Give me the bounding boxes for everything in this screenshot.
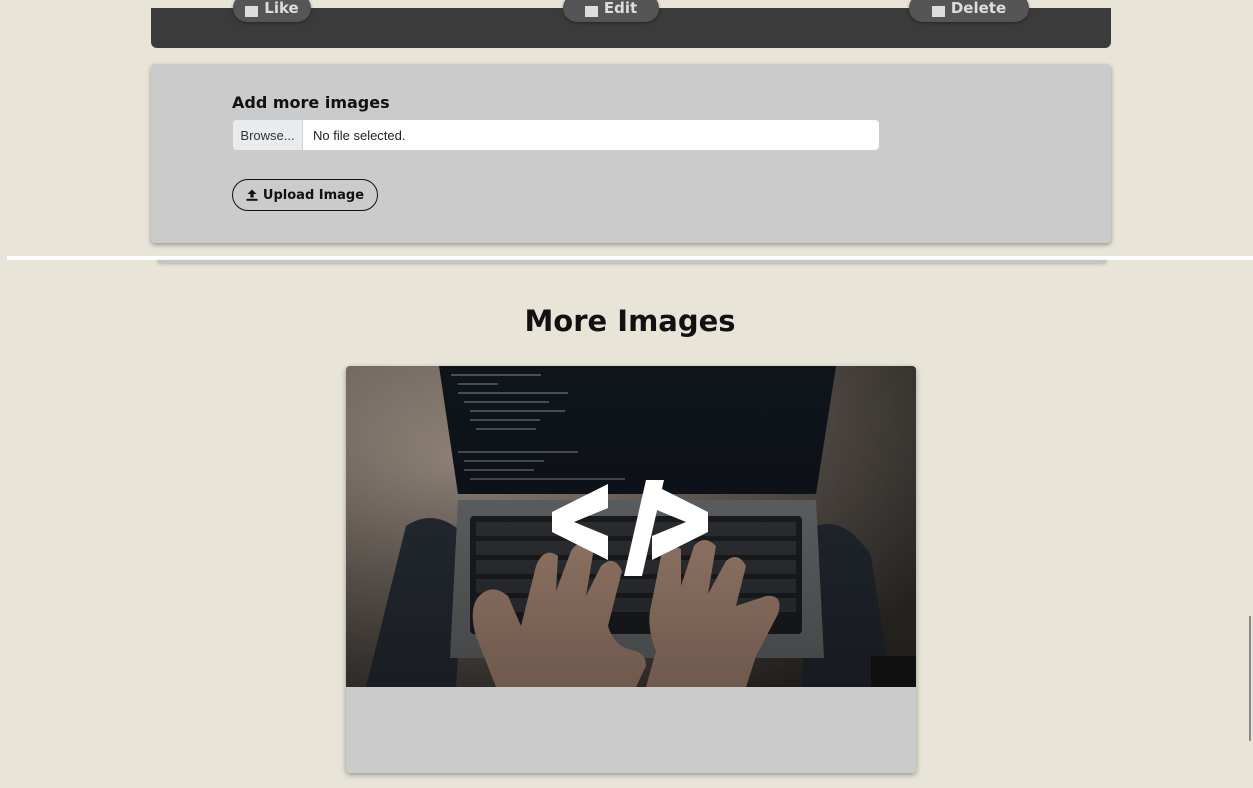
- upload-image-button[interactable]: Upload Image: [232, 179, 378, 211]
- browse-button[interactable]: Browse...: [233, 120, 303, 150]
- edit-icon: [584, 6, 598, 17]
- gallery-image-card: [346, 366, 916, 773]
- laptop-coding-image[interactable]: [346, 366, 916, 687]
- page: Like Edit Delete Add more images Browse.…: [7, 0, 1253, 788]
- file-status-text: No file selected.: [313, 127, 406, 143]
- like-label: Like: [264, 0, 299, 17]
- edit-label: Edit: [603, 0, 638, 17]
- edit-button[interactable]: Edit: [563, 0, 659, 22]
- upload-card: Add more images Browse... No file select…: [151, 64, 1111, 243]
- upload-button-label: Upload Image: [262, 187, 365, 203]
- more-images-heading: More Images: [524, 304, 736, 338]
- post-actions-card: Like Edit Delete: [151, 0, 1111, 48]
- trash-icon: [931, 6, 945, 17]
- delete-label: Delete: [950, 0, 1007, 17]
- scrollbar-thumb[interactable]: [1249, 616, 1251, 741]
- card-edge: [157, 260, 1107, 263]
- upload-icon: [246, 189, 258, 201]
- thumbs-up-icon: [245, 6, 259, 17]
- like-button[interactable]: Like: [233, 0, 311, 22]
- upload-title: Add more images: [232, 93, 390, 112]
- delete-button[interactable]: Delete: [909, 0, 1029, 22]
- file-input[interactable]: Browse... No file selected.: [233, 120, 879, 150]
